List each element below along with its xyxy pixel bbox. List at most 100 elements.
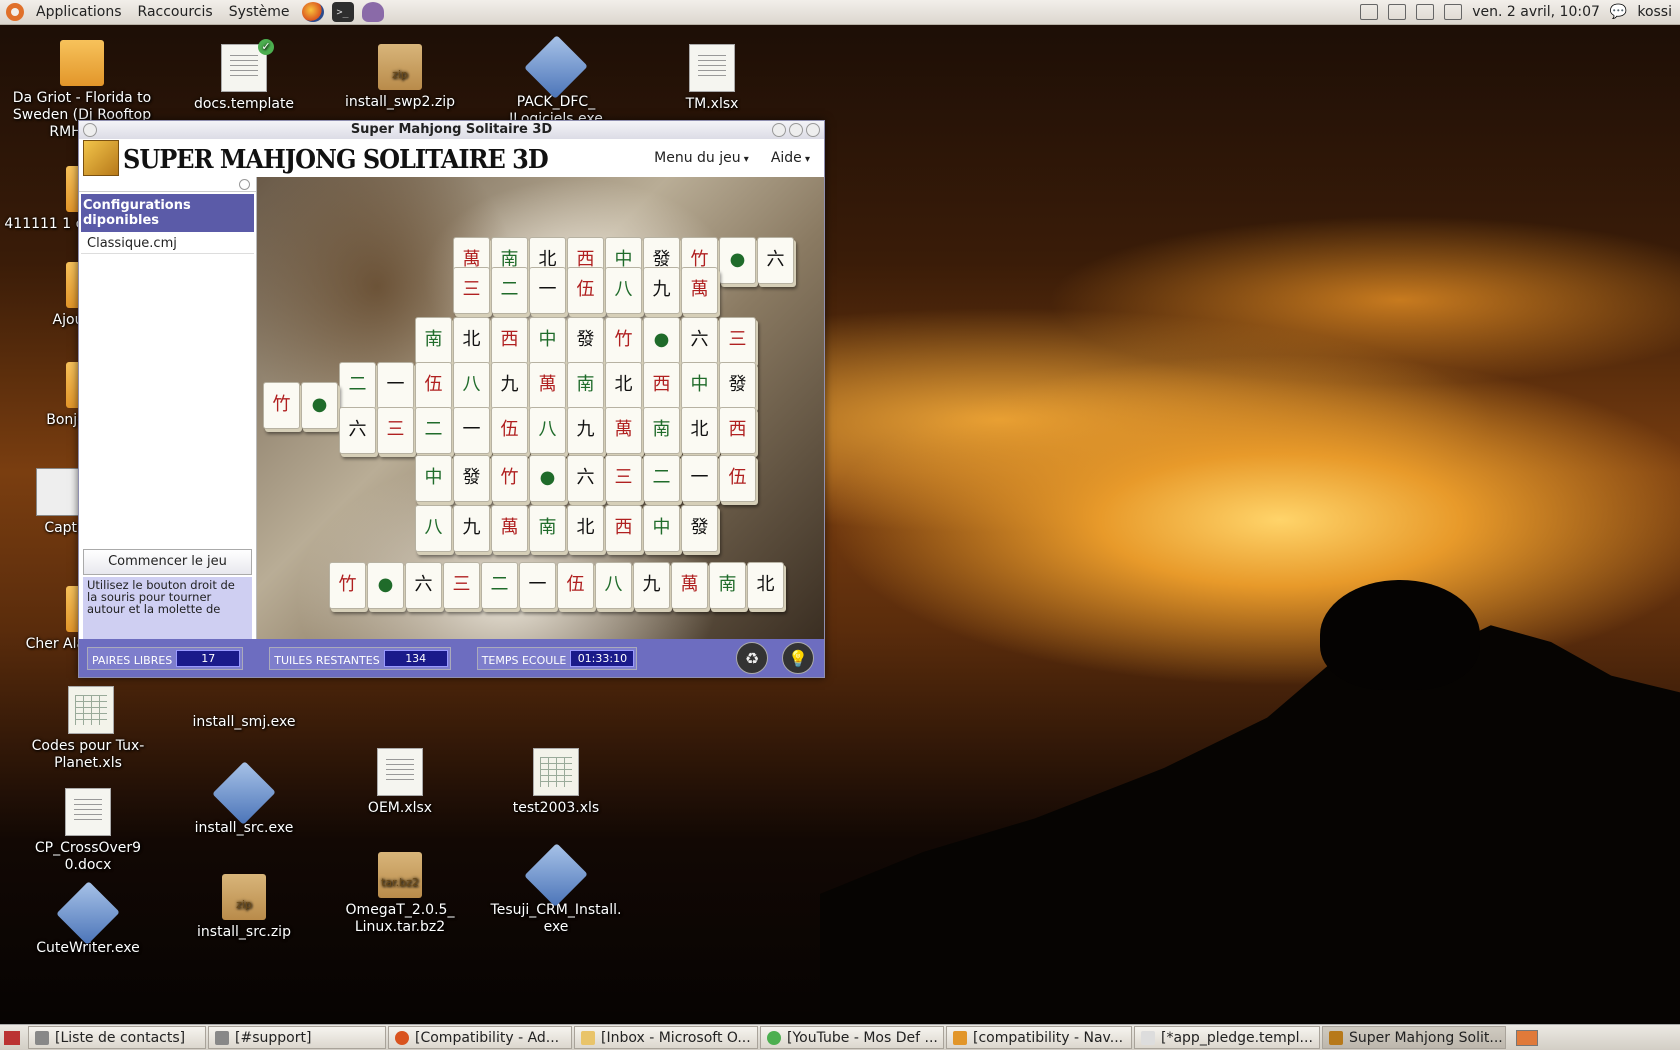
mahjong-tile[interactable]: 發 xyxy=(681,505,718,552)
mahjong-tile[interactable]: 伍 xyxy=(491,407,528,454)
mahjong-tile[interactable]: 發 xyxy=(453,455,490,502)
mahjong-tile[interactable]: 三 xyxy=(377,407,414,454)
config-search[interactable] xyxy=(79,177,256,192)
mahjong-tile[interactable]: 九 xyxy=(643,267,680,314)
mahjong-tile[interactable]: 九 xyxy=(491,362,528,409)
window-menu-button[interactable] xyxy=(83,123,97,137)
mahjong-tile[interactable]: 萬 xyxy=(491,505,528,552)
mahjong-tile[interactable]: ● xyxy=(643,317,680,364)
config-list-item[interactable]: Classique.cmj xyxy=(81,234,254,254)
start-game-button[interactable]: Commencer le jeu xyxy=(83,549,252,575)
mahjong-tile[interactable]: 六 xyxy=(567,455,604,502)
workspace-switcher[interactable] xyxy=(1516,1029,1538,1046)
mahjong-tile[interactable]: 二 xyxy=(643,455,680,502)
mahjong-tile[interactable]: 竹 xyxy=(605,317,642,364)
mahjong-tile[interactable]: 發 xyxy=(719,362,756,409)
hint-bulb-icon[interactable]: 💡 xyxy=(782,642,814,674)
clock[interactable]: ven. 2 avril, 10:07 xyxy=(1472,4,1600,20)
mahjong-tile[interactable]: 六 xyxy=(405,562,442,609)
mahjong-tile[interactable]: 北 xyxy=(453,317,490,364)
mahjong-tile[interactable]: 三 xyxy=(605,455,642,502)
mahjong-tile[interactable]: 一 xyxy=(377,362,414,409)
desktop-icon[interactable]: Tesuji_CRM_Install. exe xyxy=(486,843,626,936)
menu-applications[interactable]: Applications xyxy=(28,4,130,20)
show-desktop-icon[interactable] xyxy=(4,1030,20,1045)
mahjong-tile[interactable]: 伍 xyxy=(719,455,756,502)
mahjong-tile[interactable]: 三 xyxy=(443,562,480,609)
mahjong-tile[interactable]: 西 xyxy=(643,362,680,409)
mahjong-tile[interactable]: 中 xyxy=(529,317,566,364)
menu-raccourcis[interactable]: Raccourcis xyxy=(130,4,221,20)
mahjong-tile[interactable]: 九 xyxy=(453,505,490,552)
taskbar-item[interactable]: [Liste de contacts] xyxy=(28,1026,206,1049)
mahjong-tile[interactable]: 南 xyxy=(529,505,566,552)
menu-help[interactable]: Aide xyxy=(771,150,810,166)
update-tray-icon[interactable] xyxy=(1360,4,1379,20)
mahjong-tile[interactable]: 二 xyxy=(415,407,452,454)
terminal-icon[interactable]: >_ xyxy=(331,2,354,22)
mahjong-tile[interactable]: 伍 xyxy=(557,562,594,609)
mahjong-tile[interactable]: 發 xyxy=(567,317,604,364)
mahjong-tile[interactable]: 二 xyxy=(481,562,518,609)
mahjong-board[interactable]: 萬南北西中發竹 ● 六三二一伍八九萬南北西中發竹 ● 六三二一伍八九萬南北西中發竹 ● 六三… xyxy=(257,177,824,639)
mahjong-tile[interactable]: 伍 xyxy=(415,362,452,409)
desktop-icon[interactable]: tar.bz2 OmegaT_2.0.5_ Linux.tar.bz2 xyxy=(330,852,470,936)
mahjong-tile[interactable]: 二 xyxy=(339,362,376,409)
mahjong-tile[interactable]: 二 xyxy=(491,267,528,314)
mahjong-tile[interactable]: 中 xyxy=(415,455,452,502)
mahjong-tile[interactable]: 八 xyxy=(529,407,566,454)
mahjong-tile[interactable]: 六 xyxy=(681,317,718,364)
taskbar-item[interactable]: [Compatibility - Ad... xyxy=(388,1026,572,1049)
desktop-icon[interactable]: TM.xlsx xyxy=(642,44,782,113)
mahjong-tile[interactable]: 竹 xyxy=(329,562,366,609)
mahjong-tile[interactable]: ● xyxy=(719,237,756,284)
desktop-icon[interactable]: install_smj.exe xyxy=(174,714,314,731)
mahjong-tile[interactable]: 一 xyxy=(529,267,566,314)
network-tray-icon[interactable] xyxy=(1388,4,1407,20)
mahjong-tile[interactable]: 南 xyxy=(709,562,746,609)
ubuntu-logo-icon[interactable] xyxy=(6,3,24,21)
menu-game[interactable]: Menu du jeu xyxy=(654,150,749,166)
mahjong-tile[interactable]: 一 xyxy=(519,562,556,609)
desktop-icon[interactable]: CP_CrossOver9 0.docx xyxy=(18,788,158,874)
mahjong-tile[interactable]: ● xyxy=(301,382,338,429)
user-name[interactable]: kossi xyxy=(1637,4,1672,20)
shuffle-icon[interactable]: ♻ xyxy=(736,642,768,674)
mahjong-tile[interactable]: 八 xyxy=(415,505,452,552)
mahjong-tile[interactable]: 九 xyxy=(633,562,670,609)
mahjong-tile[interactable]: 八 xyxy=(453,362,490,409)
desktop-icon[interactable]: OEM.xlsx xyxy=(330,748,470,817)
maximize-button[interactable] xyxy=(789,123,803,137)
taskbar-item[interactable]: [compatibility - Nav... xyxy=(946,1026,1132,1049)
mahjong-tile[interactable]: 南 xyxy=(643,407,680,454)
mahjong-tile[interactable]: 中 xyxy=(643,505,680,552)
menu-systeme[interactable]: Système xyxy=(221,4,298,20)
desktop-icon[interactable]: ✓ docs.template xyxy=(174,39,314,113)
mahjong-tile[interactable]: 南 xyxy=(415,317,452,364)
volume-tray-icon[interactable] xyxy=(1416,4,1435,20)
window-titlebar[interactable]: Super Mahjong Solitaire 3D xyxy=(79,121,824,139)
taskbar-item[interactable]: [#support] xyxy=(208,1026,386,1049)
mahjong-tile[interactable]: 八 xyxy=(605,267,642,314)
desktop-icon[interactable]: zip install_swp2.zip xyxy=(330,44,470,111)
mahjong-tile[interactable]: 萬 xyxy=(605,407,642,454)
desktop-icon[interactable]: PACK_DFC_ ILogiciels.exe xyxy=(486,35,626,128)
mahjong-tile[interactable]: 三 xyxy=(453,267,490,314)
mahjong-tile[interactable]: 西 xyxy=(605,505,642,552)
desktop-icon[interactable]: Codes pour Tux-Planet.xls xyxy=(18,686,158,772)
mahjong-tile[interactable]: 三 xyxy=(719,317,756,364)
mahjong-tile[interactable]: 一 xyxy=(681,455,718,502)
mahjong-tile[interactable]: 南 xyxy=(567,362,604,409)
firefox-icon[interactable] xyxy=(301,2,324,22)
close-button[interactable] xyxy=(806,123,820,137)
pidgin-icon[interactable] xyxy=(361,2,384,22)
desktop-icon[interactable]: zip install_src.zip xyxy=(174,874,314,941)
mahjong-tile[interactable]: 六 xyxy=(339,407,376,454)
desktop-icon[interactable]: install_src.exe xyxy=(174,761,314,837)
mail-tray-icon[interactable] xyxy=(1444,4,1463,20)
mahjong-tile[interactable]: 北 xyxy=(747,562,784,609)
mahjong-tile[interactable]: 萬 xyxy=(681,267,718,314)
mahjong-tile[interactable]: ● xyxy=(529,455,566,502)
desktop-icon[interactable]: test2003.xls xyxy=(486,748,626,817)
mahjong-tile[interactable]: 西 xyxy=(491,317,528,364)
